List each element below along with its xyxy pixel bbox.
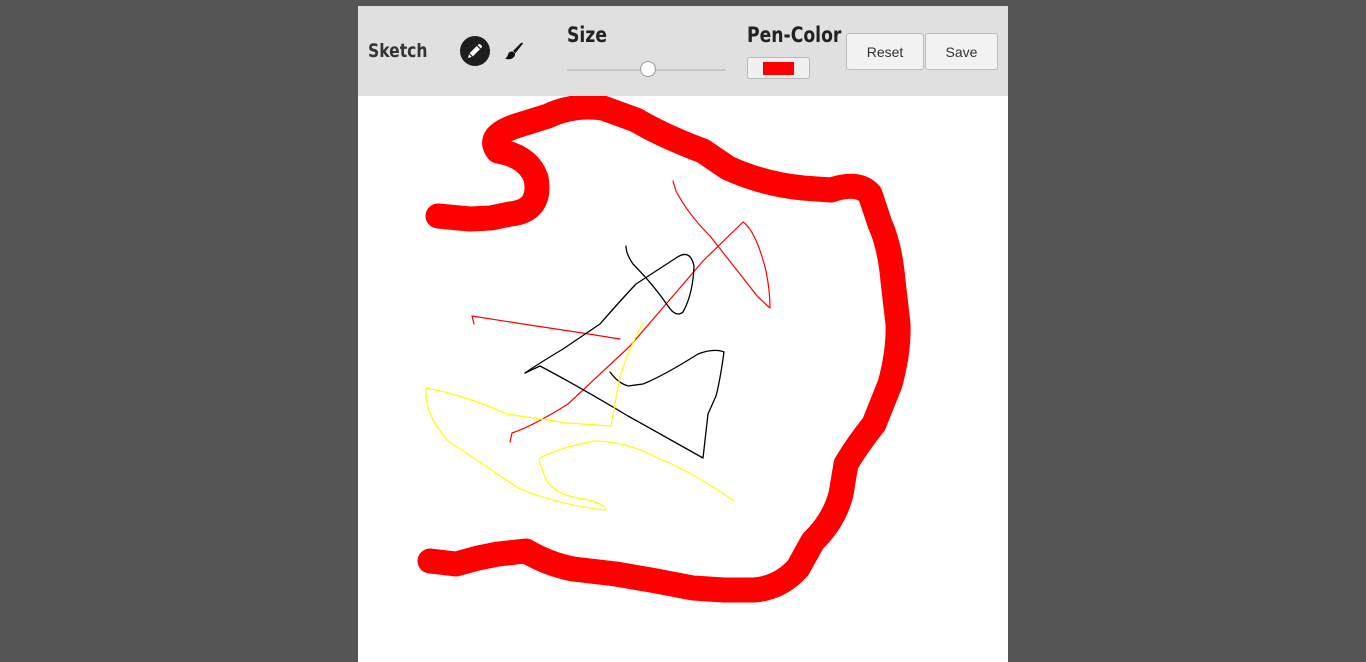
pen-color-label: Pen-Color xyxy=(747,23,842,47)
brush-icon xyxy=(505,42,523,60)
sketch-app: Sketch Size Pen-Color Reset Save xyxy=(358,6,1008,662)
save-button[interactable]: Save xyxy=(925,33,998,70)
pencil-tool-button[interactable] xyxy=(460,36,490,66)
toolbar: Sketch Size Pen-Color Reset Save xyxy=(358,6,1008,96)
thin-red-stroke-diagonal xyxy=(509,180,771,443)
pencil-icon xyxy=(468,44,482,58)
size-slider-thumb[interactable] xyxy=(640,61,657,77)
black-stroke-lower xyxy=(524,349,725,459)
drawing-canvas[interactable] xyxy=(358,96,1008,662)
reset-button[interactable]: Reset xyxy=(846,33,924,70)
size-label: Size xyxy=(567,23,608,47)
black-stroke-main xyxy=(524,245,695,374)
pen-color-picker[interactable] xyxy=(747,57,810,79)
app-title: Sketch xyxy=(368,40,428,62)
pen-color-swatch xyxy=(763,61,794,75)
brush-tool-button[interactable] xyxy=(499,36,529,66)
yellow-stroke-left xyxy=(425,322,735,511)
thin-red-stroke-horizontal xyxy=(471,315,621,340)
thick-red-stroke xyxy=(417,96,911,603)
